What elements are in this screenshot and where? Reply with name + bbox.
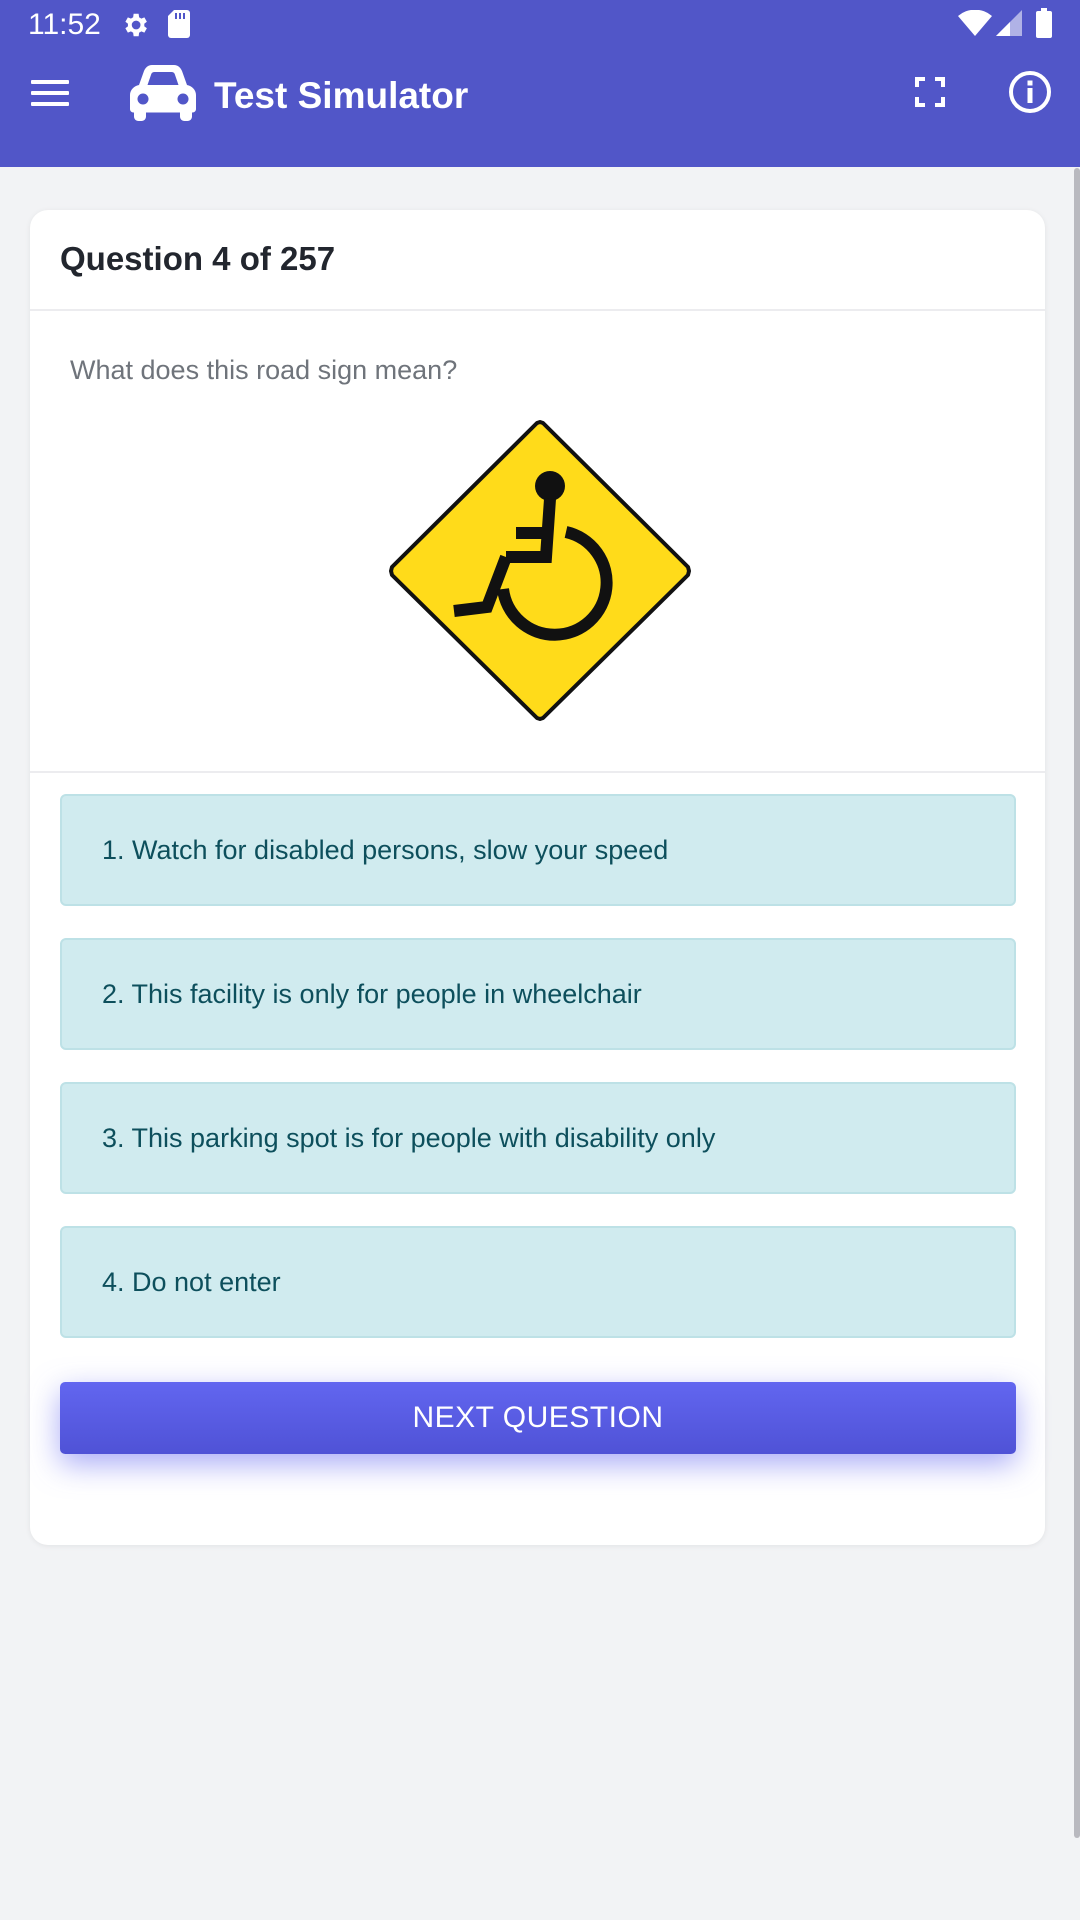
wifi-icon <box>958 10 992 36</box>
answer-option-label: 4. Do not enter <box>102 1267 281 1297</box>
answer-option-label: 3. This parking spot is for people with … <box>102 1123 716 1153</box>
menu-icon[interactable] <box>31 80 69 106</box>
answer-option-label: 2. This facility is only for people in w… <box>102 979 642 1009</box>
status-time: 11:52 <box>28 8 101 41</box>
signal-icon <box>996 10 1022 36</box>
answer-options: 1. Watch for disabled persons, slow your… <box>60 794 1016 1370</box>
app-bar: 11:52 Test Simulator <box>0 0 1080 167</box>
question-card: Question 4 of 257 What does this road si… <box>30 210 1045 1545</box>
wheelchair-sign-icon <box>389 420 691 721</box>
answer-option-3[interactable]: 3. This parking spot is for people with … <box>60 1082 1016 1194</box>
answer-option-label: 1. Watch for disabled persons, slow your… <box>102 835 669 865</box>
next-question-button[interactable]: NEXT QUESTION <box>60 1382 1016 1454</box>
toolbar: Test Simulator <box>0 50 1080 167</box>
answer-option-1[interactable]: 1. Watch for disabled persons, slow your… <box>60 794 1016 906</box>
info-icon[interactable] <box>1008 70 1052 114</box>
fullscreen-icon[interactable] <box>915 77 945 107</box>
question-counter: Question 4 of 257 <box>60 240 336 277</box>
scrollbar[interactable] <box>1074 168 1080 1838</box>
question-area: What does this road sign mean? <box>30 311 1045 773</box>
answer-option-4[interactable]: 4. Do not enter <box>60 1226 1016 1338</box>
app-title: Test Simulator <box>214 75 469 116</box>
question-text: What does this road sign mean? <box>70 355 458 385</box>
battery-icon <box>1036 8 1052 38</box>
car-icon <box>130 65 196 121</box>
road-sign-image <box>382 419 698 723</box>
answer-option-2[interactable]: 2. This facility is only for people in w… <box>60 938 1016 1050</box>
status-bar: 11:52 <box>0 0 1080 50</box>
sd-card-icon <box>168 10 190 38</box>
gear-icon <box>125 13 147 37</box>
card-header: Question 4 of 257 <box>30 210 1045 311</box>
